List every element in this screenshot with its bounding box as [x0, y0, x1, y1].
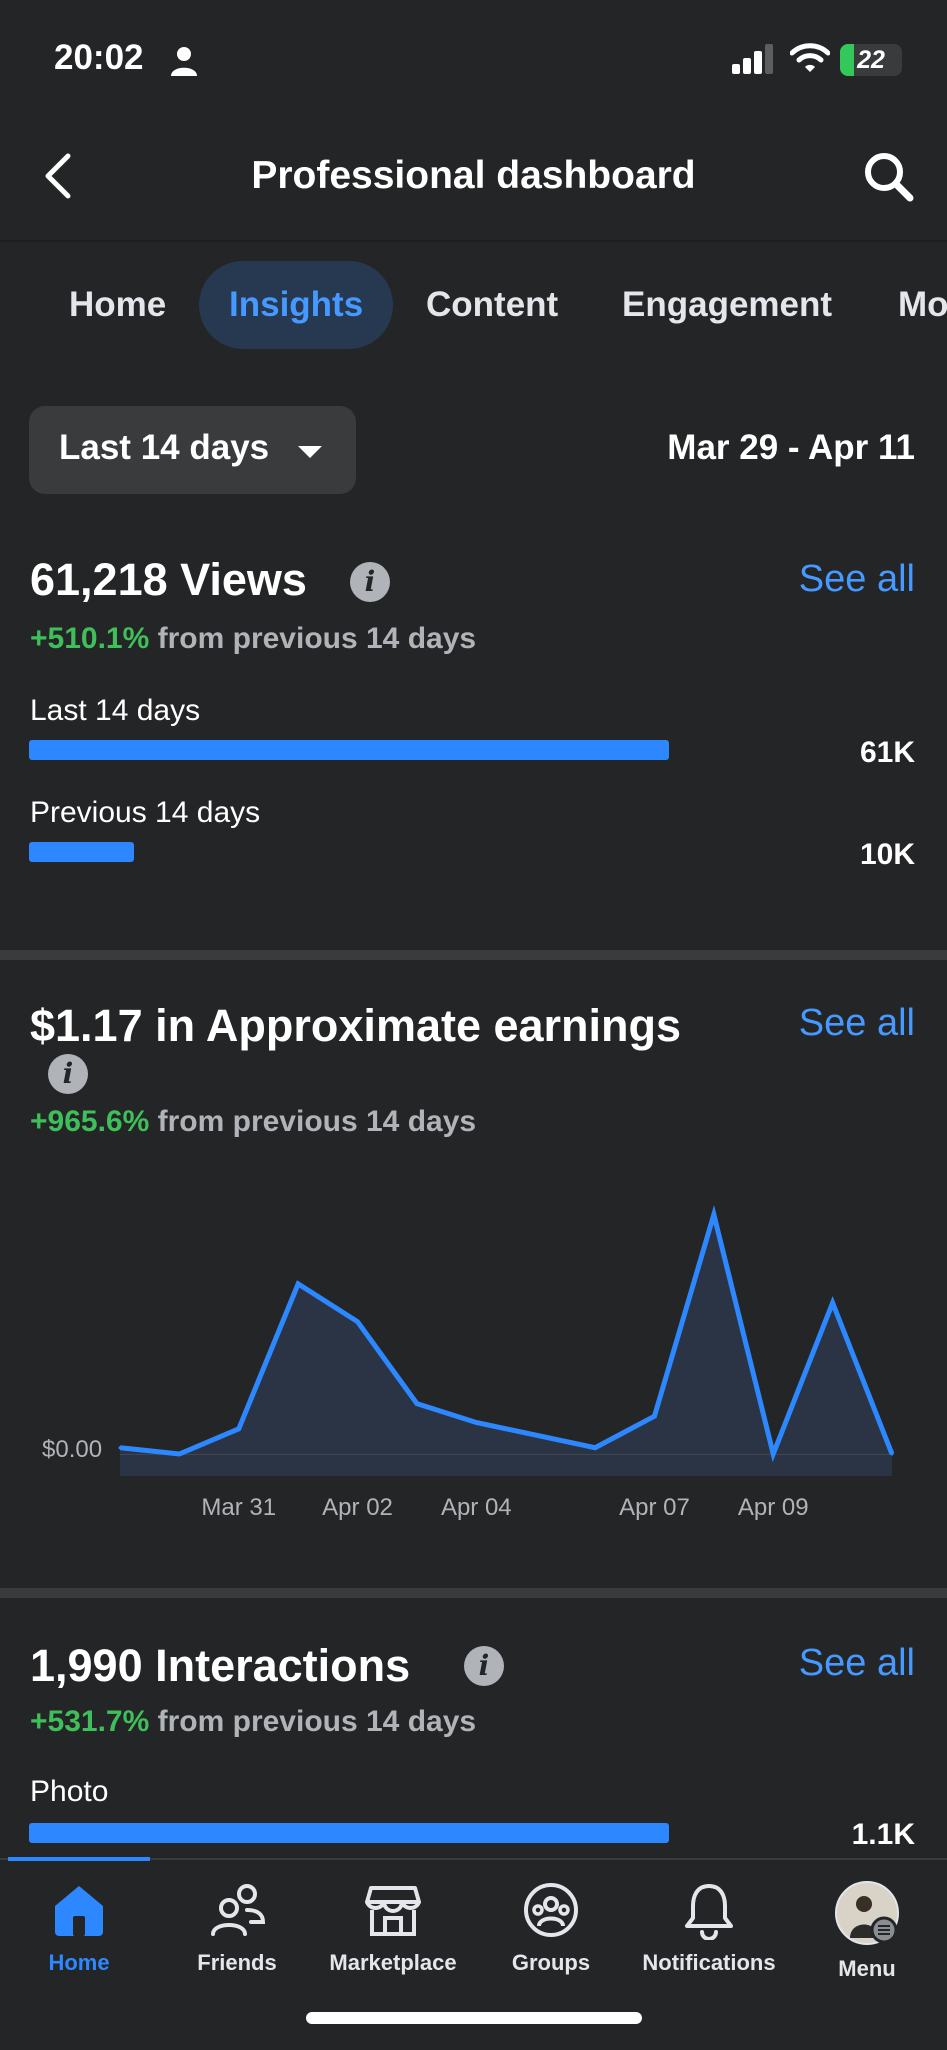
earnings-point: [534, 1433, 538, 1437]
nav-friends-label: Friends: [197, 1950, 277, 1975]
tab-home[interactable]: Home: [69, 261, 166, 349]
date-range-text: Mar 29 - Apr 11: [667, 428, 915, 467]
earnings-change: +965.6% from previous 14 days: [30, 1105, 476, 1139]
person-icon: [171, 47, 197, 76]
earnings-point: [474, 1421, 478, 1424]
tab-insights[interactable]: Insights: [199, 261, 394, 349]
views-bar-value-previous: 10K: [859, 838, 915, 871]
nav-home[interactable]: Home: [0, 1880, 158, 1976]
nav-groups-label: Groups: [511, 1950, 591, 1975]
earnings-point: [593, 1446, 597, 1450]
interactions-bar-label-photo: Photo: [30, 1775, 109, 1808]
x-tick-label: Apr 07: [619, 1494, 690, 1521]
earnings-change-text: from previous 14 days: [149, 1105, 477, 1138]
x-tick-label: Apr 04: [441, 1494, 512, 1521]
tab-content[interactable]: Content: [426, 261, 558, 349]
section-divider: [0, 950, 947, 960]
tab-engagement[interactable]: Engagement: [622, 261, 832, 349]
nav-notifications[interactable]: Notifications: [630, 1880, 788, 1976]
earnings-point: [177, 1452, 181, 1456]
views-change-percent: +510.1%: [30, 622, 150, 655]
views-change: +510.1% from previous 14 days: [30, 622, 476, 656]
section-divider: [0, 1588, 947, 1598]
nav-friends[interactable]: Friends: [158, 1880, 316, 1976]
chart-baseline-band: [120, 1454, 892, 1476]
earnings-point: [118, 1446, 122, 1450]
nav-notifications-label: Notifications: [642, 1950, 776, 1975]
info-icon[interactable]: i: [350, 562, 390, 602]
search-icon[interactable]: [862, 150, 916, 204]
cellular-signal-icon: [732, 44, 773, 74]
friends-icon: [211, 1884, 266, 1936]
home-icon: [55, 1886, 103, 1936]
interactions-change-percent: +531.7%: [30, 1705, 150, 1738]
earnings-point: [415, 1402, 419, 1406]
x-tick-label: Apr 09: [738, 1494, 809, 1521]
interactions-change-text: from previous 14 days: [149, 1705, 477, 1738]
nav-menu[interactable]: Menu: [788, 1880, 946, 1982]
interactions-title: 1,990 Interactions: [30, 1640, 411, 1691]
earnings-see-all-link[interactable]: See all: [799, 1002, 915, 1045]
nav-menu-label: Menu: [838, 1956, 896, 1981]
views-see-all-link[interactable]: See all: [799, 558, 915, 601]
interactions-bar-photo: [29, 1823, 669, 1843]
nav-home-label: Home: [48, 1950, 110, 1975]
tab-more[interactable]: Mo: [898, 261, 947, 349]
views-change-text: from previous 14 days: [149, 622, 477, 655]
nav-groups[interactable]: Groups: [472, 1880, 630, 1976]
battery-percent: 22: [857, 46, 885, 74]
earnings-point: [237, 1427, 241, 1431]
earnings-point: [771, 1452, 775, 1456]
x-tick-label: Apr 02: [322, 1494, 393, 1521]
earnings-change-percent: +965.6%: [30, 1105, 150, 1138]
status-time: 20:02: [54, 38, 144, 77]
home-indicator: [306, 2012, 642, 2024]
nav-marketplace-label: Marketplace: [329, 1950, 457, 1975]
earnings-point: [652, 1414, 656, 1418]
bell-icon: [685, 1884, 733, 1940]
header-divider: [0, 240, 947, 242]
views-bar-previous: [29, 842, 134, 862]
nav-active-indicator: [8, 1857, 150, 1861]
views-bar-label-current: Last 14 days: [30, 694, 201, 727]
info-icon[interactable]: i: [464, 1646, 504, 1686]
groups-icon: [524, 1883, 578, 1937]
earnings-point: [831, 1301, 835, 1305]
views-title: 61,218 Views: [30, 554, 307, 605]
page-title: Professional dashboard: [251, 154, 696, 197]
earnings-title: $1.17 in Approximate earnings: [30, 1000, 682, 1051]
earnings-point: [890, 1452, 894, 1456]
views-bar-value-current: 61K: [859, 736, 915, 769]
views-bar-current: [29, 740, 669, 760]
y-tick-label: $0.00: [42, 1436, 102, 1463]
marketplace-icon: [365, 1886, 421, 1936]
earnings-series-line: [119, 1205, 895, 1463]
interactions-bar-value-photo: 1.1K: [851, 1818, 915, 1851]
earnings-point: [712, 1213, 716, 1217]
nav-marketplace[interactable]: Marketplace: [314, 1880, 472, 1976]
wifi-icon: [790, 43, 830, 72]
interactions-see-all-link[interactable]: See all: [799, 1642, 915, 1685]
info-icon[interactable]: i: [48, 1054, 88, 1094]
earnings-point: [356, 1320, 360, 1324]
earnings-chart: $0.00 Mar 31 Apr 02 Apr 04 Apr 07 Apr 09: [42, 1205, 895, 1521]
caret-down-icon: [298, 446, 322, 458]
date-range-label: Last 14 days: [59, 428, 270, 467]
avatar: [835, 1881, 899, 1945]
interactions-change: +531.7% from previous 14 days: [30, 1705, 476, 1739]
x-tick-label: Mar 31: [201, 1494, 276, 1521]
views-bar-label-previous: Previous 14 days: [30, 796, 261, 829]
earnings-area-fill: [120, 1214, 892, 1454]
earnings-point: [296, 1282, 300, 1286]
